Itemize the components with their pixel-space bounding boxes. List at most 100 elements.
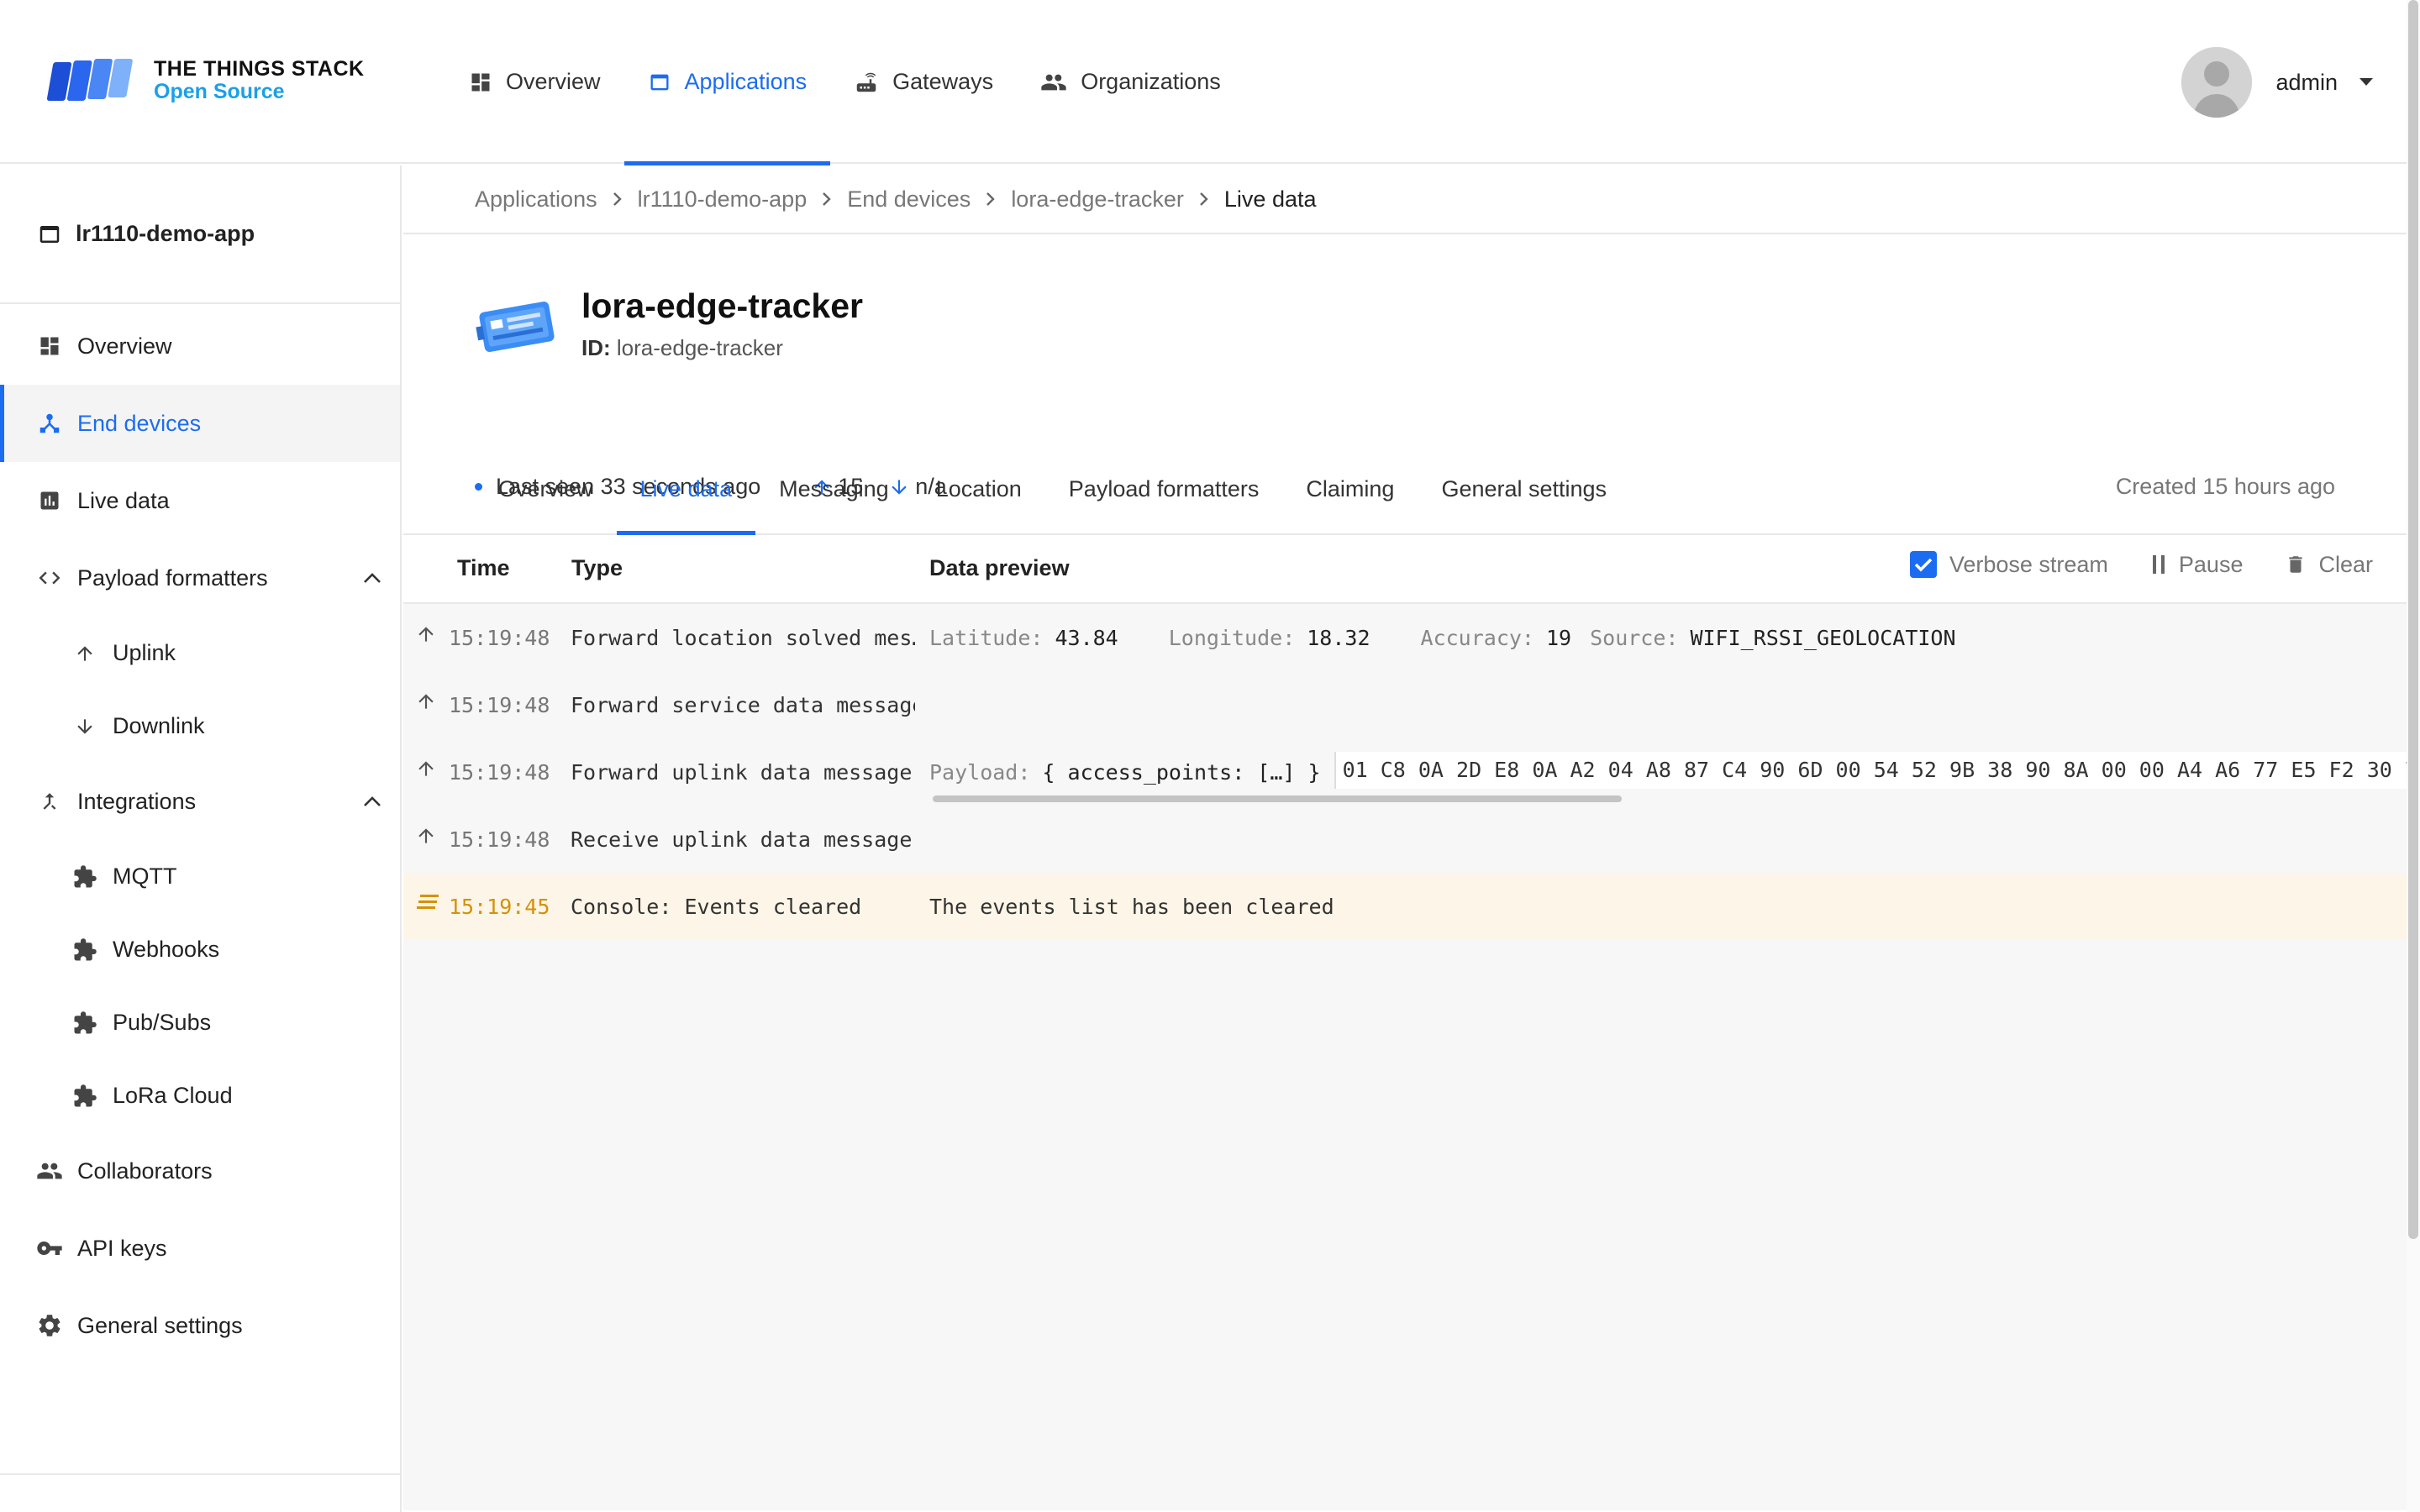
caret-down-icon[interactable] [2360, 78, 2373, 87]
window-scrollbar[interactable] [2407, 0, 2420, 1512]
brand-logo[interactable]: THE THINGS STACK Open Source [46, 55, 365, 106]
topnav-organizations-label: Organizations [1081, 69, 1221, 94]
topnav-applications[interactable]: Applications [623, 0, 831, 165]
user-name: admin [2275, 69, 2338, 95]
column-data-preview: Data preview [929, 555, 1070, 580]
sidebar-item-overview[interactable]: Overview [0, 307, 400, 385]
checkbox-checked-icon[interactable] [1909, 550, 1938, 579]
tab-payload-formatters[interactable]: Payload formatters [1045, 471, 1283, 533]
dashboard-icon [35, 334, 64, 358]
chevron-up-icon[interactable] [363, 572, 381, 584]
user-menu[interactable]: admin [2181, 47, 2373, 118]
window-scrollbar-thumb[interactable] [2408, 0, 2418, 1239]
sidebar-item-payload-formatters[interactable]: Payload formatters [0, 539, 400, 617]
sidebar-item-general-settings[interactable]: General settings [0, 1287, 400, 1364]
chevron-up-icon[interactable] [363, 795, 381, 807]
source-key: Source: [1590, 626, 1679, 650]
sidebar-item-live-data[interactable]: Live data [0, 462, 400, 539]
event-preview[interactable]: Payload: { access_points: […] } 01 C8 0A… [929, 752, 2407, 789]
sidebar-item-end-devices[interactable]: End devices [0, 385, 400, 462]
device-tabs: Overview Live data Messaging Location Pa… [475, 471, 1630, 535]
router-icon [854, 70, 879, 95]
sidebar: lr1110-demo-app Overview End devices Liv… [0, 165, 402, 1512]
sidebar-item-api-keys[interactable]: API keys [0, 1210, 400, 1287]
sidebar-item-collaborators[interactable]: Collaborators [0, 1132, 400, 1210]
device-id-value: lora-edge-tracker [616, 335, 783, 360]
puzzle-icon [71, 1084, 99, 1109]
event-row[interactable]: 15:19:45 Console: Events cleared The eve… [403, 873, 2407, 940]
sidebar-footer-divider [0, 1473, 400, 1475]
latitude-value: 43.84 [1055, 626, 1118, 650]
clear-label: Clear [2318, 551, 2373, 577]
topnav-overview-label: Overview [506, 69, 601, 94]
sidebar-item-label: Overview [77, 333, 172, 359]
event-row[interactable]: 15:19:48 Forward location solved mes… La… [403, 604, 2407, 671]
puzzle-icon [71, 937, 99, 963]
sidebar-item-pubsubs[interactable]: Pub/Subs [0, 986, 400, 1059]
brand-edition: Open Source [154, 80, 285, 103]
event-time: 15:19:45 [449, 895, 550, 919]
verbose-stream-toggle[interactable]: Verbose stream [1909, 550, 2108, 579]
arrow-up-icon [415, 622, 437, 646]
events-controls: Verbose stream Pause Clear [1867, 550, 2373, 579]
sidebar-item-lora-cloud[interactable]: LoRa Cloud [0, 1059, 400, 1132]
chevron-right-icon [613, 192, 623, 207]
topnav-organizations[interactable]: Organizations [1017, 0, 1244, 164]
event-preview: Latitude: 43.84 Longitude: 18.32 Accurac… [929, 626, 1956, 650]
sidebar-item-label: Collaborators [77, 1158, 213, 1184]
payload-hex[interactable]: 01 C8 0A 2D E8 0A A2 04 A8 87 C4 90 6D 0… [1334, 752, 2407, 789]
payload-value[interactable]: { access_points: […] } [1042, 760, 1320, 789]
arrow-up-icon [71, 643, 99, 664]
event-type: Console: Events cleared [571, 895, 862, 919]
main-content: Applications lr1110-demo-app End devices… [403, 165, 2407, 1512]
sidebar-item-label: MQTT [113, 864, 177, 889]
user-silhouette-icon [2181, 47, 2253, 118]
chevron-right-icon [986, 192, 996, 207]
payload-key: Payload: [929, 760, 1031, 785]
tab-overview[interactable]: Overview [475, 471, 617, 533]
sidebar-item-downlink[interactable]: Downlink [0, 690, 400, 763]
merge-icon [35, 790, 64, 813]
event-row[interactable]: 15:19:48 Forward service data message [403, 671, 2407, 738]
breadcrumb-app[interactable]: lr1110-demo-app [638, 186, 808, 213]
event-type: Forward uplink data message [571, 760, 913, 785]
device-id: ID: lora-edge-tracker [581, 335, 783, 361]
topnav-gateways[interactable]: Gateways [830, 0, 1017, 164]
people-icon [1040, 69, 1067, 96]
topnav-overview[interactable]: Overview [445, 0, 624, 164]
device-header: lora-edge-tracker ID: lora-edge-tracker … [403, 234, 2407, 535]
breadcrumb-end-devices[interactable]: End devices [847, 186, 971, 213]
breadcrumb-device[interactable]: lora-edge-tracker [1011, 186, 1184, 213]
topnav-gateways-label: Gateways [892, 69, 994, 94]
event-row[interactable]: 15:19:48 Forward uplink data message Pay… [403, 738, 2407, 806]
sidebar-item-label: LoRa Cloud [113, 1083, 233, 1108]
event-type: Forward service data message [571, 693, 915, 717]
column-time: Time [457, 555, 510, 580]
devices-hub-icon [35, 411, 64, 436]
clear-button[interactable]: Clear [2285, 552, 2373, 578]
tab-messaging[interactable]: Messaging [755, 471, 913, 533]
tab-claiming[interactable]: Claiming [1282, 471, 1418, 533]
event-row[interactable]: 15:19:48 Receive uplink data message [403, 806, 2407, 873]
stack-logo-icon [46, 59, 133, 101]
sidebar-item-uplink[interactable]: Uplink [0, 617, 400, 690]
breadcrumb-applications[interactable]: Applications [475, 186, 597, 213]
pause-label: Pause [2178, 551, 2244, 577]
longitude-value: 18.32 [1307, 626, 1370, 650]
sidebar-app-title[interactable]: lr1110-demo-app [0, 165, 400, 304]
breadcrumb-current: Live data [1223, 186, 1317, 212]
sidebar-item-label: End devices [77, 410, 202, 436]
avatar[interactable] [2181, 47, 2253, 118]
sidebar-item-webhooks[interactable]: Webhooks [0, 913, 400, 986]
latitude-key: Latitude: [929, 626, 1044, 650]
preview-scrollbar[interactable] [933, 795, 1622, 802]
sidebar-item-label: Uplink [113, 640, 176, 665]
bar-chart-icon [35, 489, 64, 512]
tab-location[interactable]: Location [913, 471, 1045, 533]
pause-button[interactable]: Pause [2150, 551, 2244, 578]
tab-live-data[interactable]: Live data [616, 471, 756, 535]
sidebar-item-mqtt[interactable]: MQTT [0, 840, 400, 913]
sidebar-item-integrations[interactable]: Integrations [0, 763, 400, 840]
created-timestamp: Created 15 hours ago [2115, 474, 2335, 499]
tab-general-settings[interactable]: General settings [1418, 471, 1630, 533]
